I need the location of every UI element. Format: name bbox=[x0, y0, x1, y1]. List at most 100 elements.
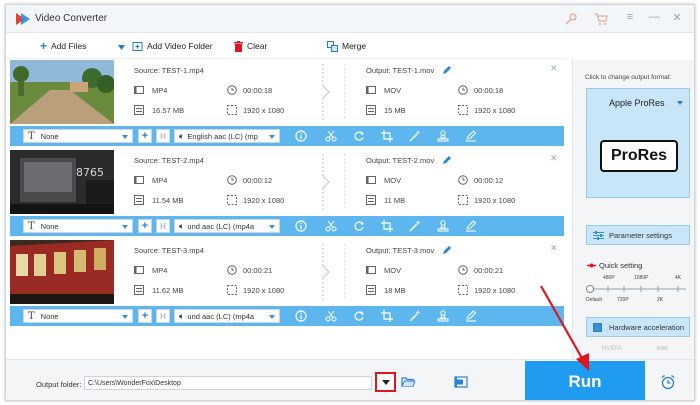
effects-wand-icon[interactable] bbox=[409, 130, 421, 142]
tick-label-4k: 4K bbox=[675, 275, 682, 281]
output-duration: 00:00:18 bbox=[474, 86, 504, 95]
plus-icon: + bbox=[40, 39, 48, 53]
file-item-2[interactable]: 8765 Source: TEST-2.mp4 MP4 00:00:12 11.… bbox=[10, 150, 564, 238]
edit-filename-icon[interactable] bbox=[442, 155, 452, 165]
trash-icon bbox=[234, 40, 243, 52]
clock-icon bbox=[227, 85, 237, 95]
audio-track-select[interactable]: 🔈︎ und aac (LC) (mp4a bbox=[174, 309, 280, 323]
source-filename: Source: TEST-1.mp4 bbox=[134, 66, 204, 75]
output-folder-label: Output folder: bbox=[36, 380, 82, 389]
file-size-icon bbox=[366, 285, 376, 295]
rotate-icon[interactable] bbox=[353, 130, 365, 142]
file-item-3[interactable]: Source: TEST-3.mp4 MP4 00:00:21 11.62 MB… bbox=[10, 240, 564, 328]
title-bar: Video Converter ≡ — ✕ bbox=[6, 5, 694, 33]
effects-wand-icon[interactable] bbox=[409, 220, 421, 232]
folder-add-icon bbox=[132, 41, 143, 51]
quality-slider[interactable]: 480P 1080P 4K Default 720P 2K bbox=[586, 275, 690, 305]
hardware-acceleration-toggle[interactable]: Hardware acceleration bbox=[586, 317, 690, 337]
rotate-icon[interactable] bbox=[353, 310, 365, 322]
watermark-stamp-icon[interactable] bbox=[437, 220, 449, 232]
output-size: 11 MB bbox=[384, 196, 406, 205]
cut-icon[interactable] bbox=[325, 130, 337, 142]
parameter-settings-button[interactable]: Parameter settings bbox=[586, 225, 690, 245]
edit-toolbar: T None + H 🔈︎ und aac (LC) (mp4a bbox=[10, 306, 564, 326]
source-format: MP4 bbox=[152, 176, 168, 185]
nvidia-label: NVIDIA bbox=[601, 346, 622, 352]
video-thumbnail-1[interactable] bbox=[10, 60, 114, 124]
svg-text:8765: 8765 bbox=[76, 166, 104, 179]
toolbar: + Add Files Add Video Folder Clear Merge bbox=[6, 33, 566, 59]
add-files-dropdown-icon[interactable] bbox=[118, 45, 125, 50]
video-thumbnail-3[interactable] bbox=[10, 240, 114, 304]
checkbox-icon bbox=[593, 323, 602, 332]
file-size-icon bbox=[134, 285, 144, 295]
audio-track-select[interactable]: 🔈︎ und aac (LC) (mp4a bbox=[174, 219, 280, 233]
subtitle-edit-icon[interactable] bbox=[465, 220, 477, 232]
info-icon[interactable] bbox=[295, 310, 307, 322]
source-format: MP4 bbox=[152, 86, 168, 95]
close-window-icon[interactable]: ✕ bbox=[670, 11, 684, 24]
add-subtitle-button[interactable]: + bbox=[138, 129, 152, 143]
alarm-clock-icon[interactable] bbox=[660, 374, 676, 390]
edit-filename-icon[interactable] bbox=[442, 65, 452, 75]
remove-file-icon[interactable]: ✕ bbox=[550, 153, 558, 164]
file-size-icon bbox=[134, 195, 144, 205]
crop-icon[interactable] bbox=[381, 310, 393, 322]
resolution-icon bbox=[227, 195, 237, 205]
text-t-icon: T bbox=[28, 220, 35, 232]
key-icon[interactable] bbox=[564, 12, 578, 26]
video-thumbnail-2[interactable]: 8765 bbox=[10, 150, 114, 214]
source-duration: 00:00:12 bbox=[243, 176, 273, 185]
output-format-selector[interactable]: Apple ProRes ProRes bbox=[586, 88, 690, 198]
subtitle-value: None bbox=[40, 221, 59, 231]
intel-badge: Intel bbox=[639, 342, 685, 356]
open-folder-icon[interactable] bbox=[401, 376, 415, 388]
output-folder-input[interactable]: C:\Users\WonderFox\Desktop bbox=[84, 376, 372, 390]
minimize-icon[interactable]: — bbox=[647, 11, 661, 23]
cart-icon[interactable] bbox=[594, 12, 608, 26]
subtitle-select[interactable]: T None bbox=[23, 219, 133, 233]
resolution-icon bbox=[458, 105, 468, 115]
cut-icon[interactable] bbox=[325, 220, 337, 232]
subtitle-select[interactable]: T None bbox=[23, 309, 133, 323]
output-filename: Output: TEST-3.mov bbox=[366, 246, 435, 255]
merge-button[interactable]: Merge bbox=[327, 39, 366, 53]
conversion-arrow bbox=[322, 154, 345, 210]
watermark-stamp-icon[interactable] bbox=[437, 130, 449, 142]
cut-icon[interactable] bbox=[325, 310, 337, 322]
slider-track[interactable] bbox=[586, 283, 690, 295]
remove-file-icon[interactable]: ✕ bbox=[550, 243, 558, 254]
run-button[interactable]: Run bbox=[525, 361, 645, 400]
crop-icon[interactable] bbox=[381, 220, 393, 232]
subtitle-edit-icon[interactable] bbox=[465, 130, 477, 142]
output-resolution: 1920 x 1080 bbox=[474, 196, 516, 205]
crop-icon[interactable] bbox=[381, 130, 393, 142]
add-subtitle-button[interactable]: + bbox=[138, 309, 152, 323]
source-resolution: 1920 x 1080 bbox=[243, 106, 285, 115]
audio-track-select[interactable]: 🔈︎ English aac (LC) (mp bbox=[174, 129, 280, 143]
edit-filename-icon[interactable] bbox=[442, 245, 452, 255]
subtitle-edit-icon[interactable] bbox=[465, 310, 477, 322]
file-list: Source: TEST-1.mp4 MP4 00:00:18 16.57 MB… bbox=[10, 60, 564, 330]
add-video-folder-button[interactable]: Add Video Folder bbox=[132, 39, 213, 53]
file-item-1[interactable]: Source: TEST-1.mp4 MP4 00:00:18 16.57 MB… bbox=[10, 60, 564, 148]
hevc-badge-icon: H bbox=[156, 309, 170, 323]
effects-wand-icon[interactable] bbox=[409, 310, 421, 322]
rotate-icon[interactable] bbox=[353, 220, 365, 232]
add-files-button[interactable]: + Add Files bbox=[40, 39, 86, 53]
output-folder-dropdown-button[interactable] bbox=[375, 372, 396, 392]
subtitle-select[interactable]: T None bbox=[23, 129, 133, 143]
file-size-icon bbox=[134, 105, 144, 115]
format-icon bbox=[134, 86, 144, 94]
output-filename: Output: TEST-1.mov bbox=[366, 66, 435, 75]
add-subtitle-button[interactable]: + bbox=[138, 219, 152, 233]
info-icon[interactable] bbox=[295, 220, 307, 232]
watermark-stamp-icon[interactable] bbox=[437, 310, 449, 322]
info-icon[interactable] bbox=[295, 130, 307, 142]
output-folder-path: C:\Users\WonderFox\Desktop bbox=[88, 379, 181, 387]
clock-icon bbox=[227, 175, 237, 185]
menu-icon[interactable]: ≡ bbox=[623, 11, 637, 23]
remove-file-icon[interactable]: ✕ bbox=[550, 63, 558, 74]
clear-button[interactable]: Clear bbox=[234, 39, 267, 53]
video-folder-icon[interactable] bbox=[454, 376, 468, 388]
